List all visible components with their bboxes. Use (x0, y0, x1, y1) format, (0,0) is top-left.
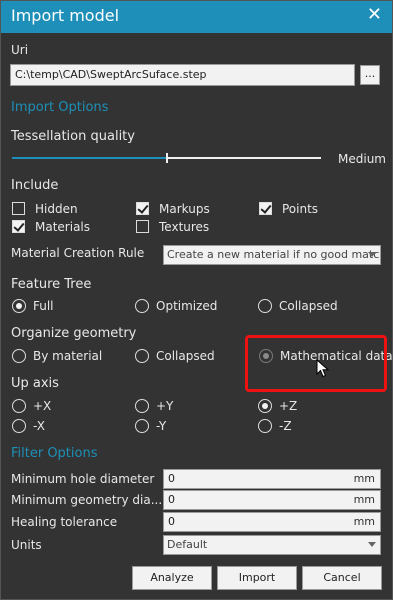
dialog-title: Import model (11, 6, 120, 25)
radio-axis-minus-z-label: -Z (279, 419, 292, 433)
filter-options-heading: Filter Options (11, 446, 98, 461)
checkbox-materials[interactable] (12, 220, 25, 233)
units-value: Default (167, 538, 208, 551)
radio-axis-minus-y-label: -Y (156, 419, 167, 433)
healing-tolerance-unit: mm (353, 515, 375, 528)
tessellation-slider-track[interactable] (168, 157, 321, 159)
radio-axis-minus-x[interactable] (12, 419, 26, 433)
material-rule-label: Material Creation Rule (11, 246, 145, 260)
checkbox-materials-label: Materials (35, 220, 91, 234)
tessellation-slider-fill (12, 157, 166, 159)
healing-tolerance-value: 0 (168, 515, 175, 528)
checkbox-markups-label: Markups (159, 202, 210, 216)
radio-axis-minus-x-label: -X (33, 419, 45, 433)
radio-axis-plus-z[interactable] (258, 399, 272, 413)
radio-organize-collapsed-label: Collapsed (156, 349, 215, 363)
up-axis-heading: Up axis (11, 376, 59, 391)
radio-axis-minus-y[interactable] (135, 419, 149, 433)
healing-tolerance-label: Healing tolerance (11, 515, 118, 529)
min-geometry-unit: mm (353, 493, 375, 506)
radio-feature-collapsed[interactable] (258, 299, 272, 313)
tessellation-value: Medium (338, 152, 386, 166)
include-heading: Include (11, 178, 59, 193)
min-hole-field[interactable]: 0 mm (163, 469, 381, 489)
uri-label: Uri (11, 43, 29, 57)
checkbox-hidden-label: Hidden (35, 202, 78, 216)
radio-feature-collapsed-label: Collapsed (279, 299, 338, 313)
min-geometry-value: 0 (168, 493, 175, 506)
title-bar: Import model ✕ (1, 1, 392, 33)
cancel-button[interactable]: Cancel (302, 566, 382, 590)
radio-feature-optimized-label: Optimized (156, 299, 218, 313)
healing-tolerance-field[interactable]: 0 mm (163, 512, 381, 532)
min-geometry-label: Minimum geometry dia... (11, 493, 163, 507)
radio-feature-full[interactable] (12, 299, 26, 313)
checkbox-points-label: Points (282, 202, 319, 216)
browse-button[interactable]: ... (360, 65, 380, 85)
radio-axis-minus-z[interactable] (258, 419, 272, 433)
uri-value: C:\temp\CAD\SweptArcSuface.step (15, 68, 207, 81)
checkbox-textures[interactable] (136, 220, 149, 233)
radio-feature-optimized[interactable] (135, 299, 149, 313)
tessellation-label: Tessellation quality (11, 129, 135, 144)
radio-organize-by-material[interactable] (12, 349, 26, 363)
radio-feature-full-label: Full (33, 299, 54, 313)
chevron-down-icon (368, 542, 376, 547)
checkbox-markups[interactable] (136, 202, 149, 215)
radio-axis-plus-x[interactable] (12, 399, 26, 413)
material-rule-value: Create a new material if no good matc... (167, 248, 381, 261)
chevron-down-icon (368, 252, 376, 257)
checkbox-points[interactable] (259, 202, 272, 215)
tessellation-slider-thumb[interactable] (166, 153, 168, 163)
feature-tree-heading: Feature Tree (11, 277, 92, 292)
analyze-button[interactable]: Analyze (132, 566, 212, 590)
units-dropdown[interactable]: Default (163, 535, 381, 555)
close-icon[interactable]: ✕ (367, 4, 382, 25)
material-rule-dropdown[interactable]: Create a new material if no good matc... (163, 245, 381, 265)
radio-axis-plus-y[interactable] (135, 399, 149, 413)
units-label: Units (11, 538, 42, 552)
import-button[interactable]: Import (217, 566, 297, 590)
radio-organize-by-material-label: By material (33, 349, 103, 363)
min-geometry-field[interactable]: 0 mm (163, 490, 381, 510)
min-hole-label: Minimum hole diameter (11, 472, 155, 486)
uri-field[interactable]: C:\temp\CAD\SweptArcSuface.step (10, 64, 355, 86)
checkbox-hidden[interactable] (12, 202, 25, 215)
import-model-dialog: Import model ✕ Uri C:\temp\CAD\SweptArcS… (0, 0, 393, 600)
min-hole-value: 0 (168, 472, 175, 485)
radio-axis-plus-z-label: +Z (279, 399, 298, 413)
organize-heading: Organize geometry (11, 326, 137, 341)
radio-axis-plus-x-label: +X (33, 399, 52, 413)
import-options-heading: Import Options (11, 100, 109, 115)
checkbox-textures-label: Textures (159, 220, 210, 234)
min-hole-unit: mm (353, 472, 375, 485)
radio-organize-collapsed[interactable] (135, 349, 149, 363)
radio-axis-plus-y-label: +Y (156, 399, 174, 413)
mouse-cursor-icon (316, 359, 330, 378)
